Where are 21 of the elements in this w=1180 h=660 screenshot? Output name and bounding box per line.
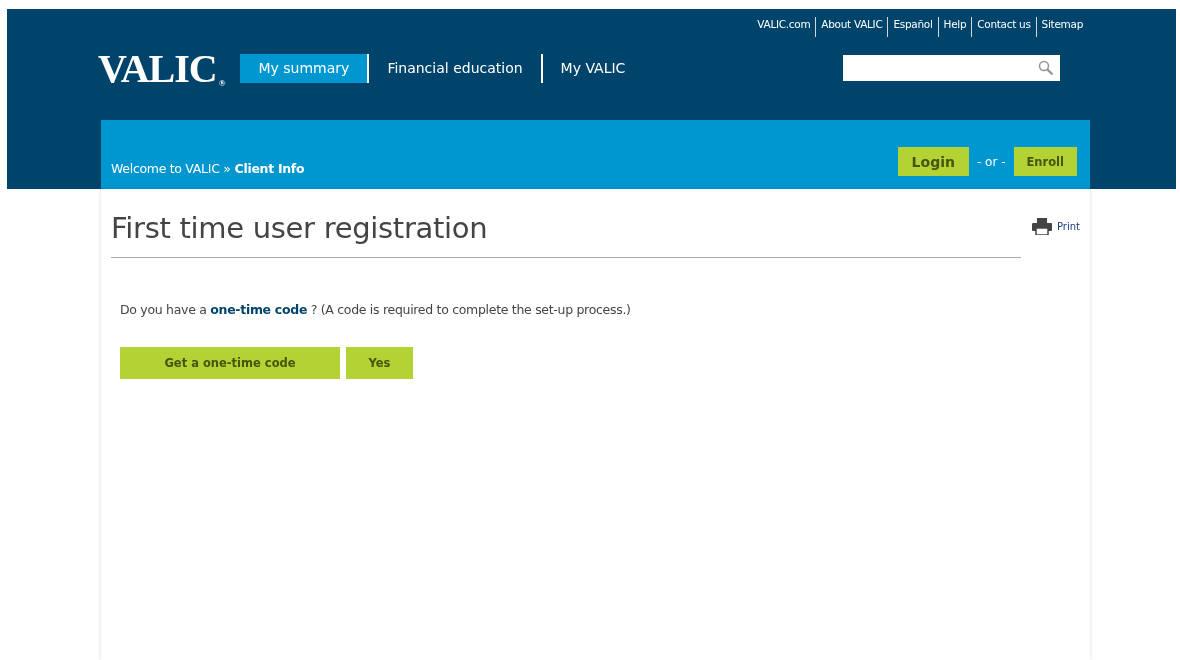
nav-tab[interactable]: My VALIC [542, 53, 644, 83]
search-field[interactable] [843, 55, 1060, 81]
enroll-button[interactable]: Enroll [1013, 147, 1077, 176]
breadcrumb: Welcome to VALIC » Client Info [111, 161, 305, 176]
page-title: First time user registration [111, 211, 489, 245]
utility-link[interactable]: VALIC.com [752, 17, 816, 37]
action-button[interactable]: Yes [346, 347, 413, 379]
or-separator: - or - [976, 154, 1006, 169]
action-button[interactable]: Get a one-time code [120, 347, 340, 379]
printer-icon [1032, 218, 1052, 235]
question-text: Do you have a one-time code ? (A code is required to complete the set-up process.) [120, 302, 632, 317]
login-button[interactable]: Login [897, 147, 969, 176]
utility-link[interactable]: Help [937, 17, 972, 37]
print-link[interactable]: Print [1032, 218, 1080, 235]
nav-tab[interactable]: Financial education [369, 53, 543, 83]
utility-link[interactable]: About VALIC [815, 17, 888, 37]
utility-link[interactable]: Español [887, 17, 938, 37]
utility-link[interactable]: Sitemap [1035, 17, 1088, 37]
utility-link[interactable]: Contact us [971, 17, 1036, 37]
logo[interactable]: VALIC® [98, 44, 225, 92]
search-icon[interactable] [1038, 60, 1054, 76]
